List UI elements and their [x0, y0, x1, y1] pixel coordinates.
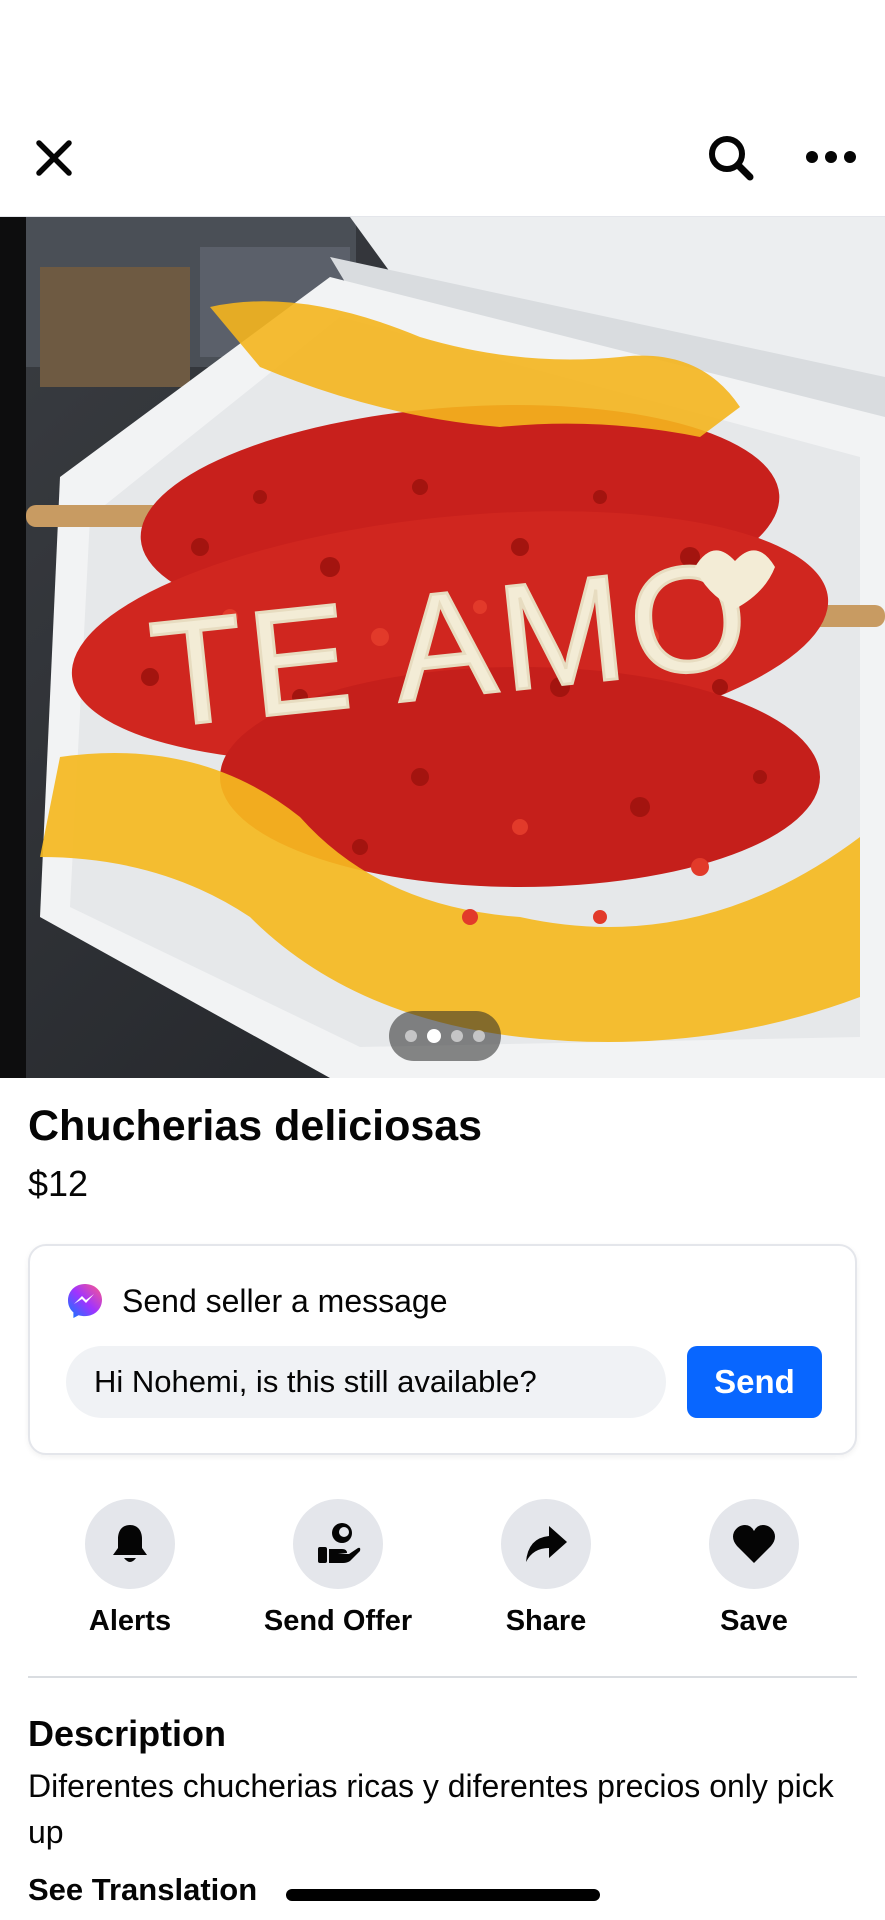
share-circle[interactable]	[501, 1499, 591, 1589]
photo-carousel-indicator	[389, 1011, 501, 1061]
send-offer-button[interactable]: Send Offer	[238, 1499, 438, 1638]
listing-photo[interactable]: TE AMO	[0, 217, 885, 1078]
close-icon	[36, 140, 72, 176]
message-card-heading: Send seller a message	[122, 1282, 448, 1319]
message-seller-card: Send seller a message Send	[28, 1244, 857, 1455]
listing-title: Chucherias deliciosas	[28, 1102, 483, 1150]
alerts-circle[interactable]	[85, 1499, 175, 1589]
offer-icon	[318, 1523, 361, 1563]
messenger-icon	[68, 1284, 102, 1318]
listing-price: $12	[28, 1163, 89, 1204]
send-offer-label: Send Offer	[263, 1605, 413, 1637]
alerts-label: Alerts	[88, 1605, 172, 1637]
share-label: Share	[505, 1605, 587, 1637]
heart-icon	[733, 1525, 775, 1563]
share-button[interactable]: Share	[446, 1499, 646, 1638]
alerts-button[interactable]: Alerts	[30, 1499, 230, 1638]
carousel-dot-active	[427, 1029, 441, 1043]
description-body: Diferentes chucherias ricas y diferentes…	[28, 1768, 834, 1850]
send-offer-circle[interactable]	[293, 1499, 383, 1589]
save-label: Save	[720, 1605, 788, 1637]
search-icon	[709, 136, 754, 181]
see-translation-link[interactable]: See Translation	[28, 1872, 257, 1908]
save-button[interactable]: Save	[654, 1499, 854, 1638]
carousel-dot	[473, 1030, 485, 1042]
more-options-button[interactable]	[800, 135, 862, 179]
carousel-dot	[405, 1030, 417, 1042]
description-heading: Description	[28, 1713, 227, 1754]
top-bar	[0, 0, 885, 217]
send-button[interactable]: Send	[687, 1346, 822, 1418]
search-button[interactable]	[703, 130, 759, 186]
listing-actions: Alerts Send Offer Share Save	[0, 1499, 885, 1639]
more-horizontal-icon	[806, 151, 856, 163]
message-card-header: Send seller a message	[66, 1282, 448, 1320]
close-button[interactable]	[28, 132, 80, 184]
section-divider	[28, 1676, 857, 1678]
share-icon	[526, 1526, 567, 1562]
listing-photo-illustration: TE AMO	[0, 217, 885, 1078]
bell-icon	[113, 1525, 147, 1562]
save-circle[interactable]	[709, 1499, 799, 1589]
carousel-dot	[451, 1030, 463, 1042]
home-indicator[interactable]	[286, 1889, 600, 1901]
message-input[interactable]	[66, 1346, 666, 1418]
